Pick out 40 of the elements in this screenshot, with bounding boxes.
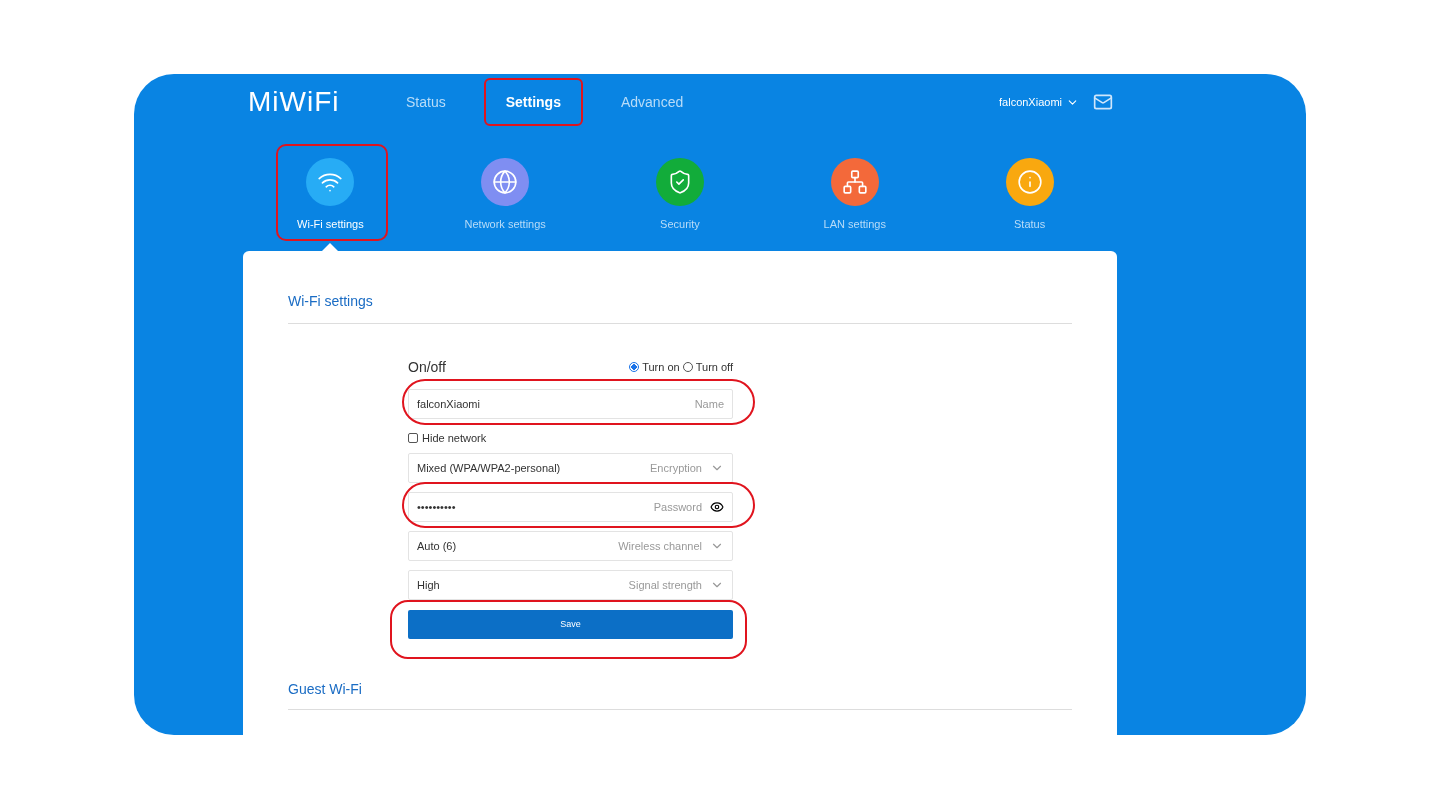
select-field[interactable]: High Signal strength: [408, 570, 733, 600]
category-tile[interactable]: LAN settings: [823, 158, 886, 233]
category-tile[interactable]: Network settings: [464, 158, 546, 233]
eye-icon[interactable]: [710, 500, 724, 514]
radio-label: Turn on: [642, 359, 680, 375]
field-label: Name: [694, 396, 724, 412]
input-field[interactable]: •••••••••• Password: [408, 492, 733, 522]
nav-tab[interactable]: Settings: [495, 92, 571, 113]
radio-label: Turn off: [695, 359, 733, 375]
checkbox[interactable]: [408, 433, 418, 443]
select-field[interactable]: Auto (6) Wireless channel: [408, 531, 733, 561]
info-icon: [1016, 169, 1043, 195]
category-tile[interactable]: Status: [1005, 158, 1054, 233]
field-value: falconXiaomi: [417, 396, 481, 412]
section-title: Wi-Fi settings: [288, 292, 374, 311]
category-tile[interactable]: Wi-Fi settings: [297, 158, 364, 233]
nav-tab[interactable]: Status: [396, 92, 456, 113]
save-button[interactable]: Save: [408, 610, 733, 640]
globe-icon: [492, 169, 519, 195]
select-field[interactable]: Mixed (WPA/WPA2-personal) Encryption: [408, 453, 733, 483]
field-value: ••••••••••: [417, 499, 457, 515]
network-icon: [841, 169, 868, 195]
nav-tab[interactable]: Advanced: [610, 92, 694, 113]
user-menu[interactable]: falconXiaomi: [999, 93, 1079, 111]
field-label: Signal strength: [628, 577, 702, 593]
field-label: Password: [653, 499, 702, 515]
mail-icon[interactable]: [1093, 92, 1113, 112]
section-title: Guest Wi-Fi: [288, 680, 363, 700]
radio-button[interactable]: [682, 362, 693, 372]
field-value: High: [417, 577, 441, 593]
checkbox-label: Hide network: [422, 430, 487, 446]
category-tile[interactable]: Security: [656, 158, 704, 233]
field-value: Auto (6): [417, 538, 458, 554]
radio-button[interactable]: [629, 362, 640, 372]
onoff-label: On/off: [408, 357, 446, 377]
logo: MiWiFi: [248, 85, 341, 119]
field-value: Mixed (WPA/WPA2-personal): [417, 460, 562, 476]
field-label: Wireless channel: [618, 538, 702, 554]
input-field[interactable]: falconXiaomi Name: [408, 389, 733, 419]
field-label: Encryption: [650, 460, 702, 476]
